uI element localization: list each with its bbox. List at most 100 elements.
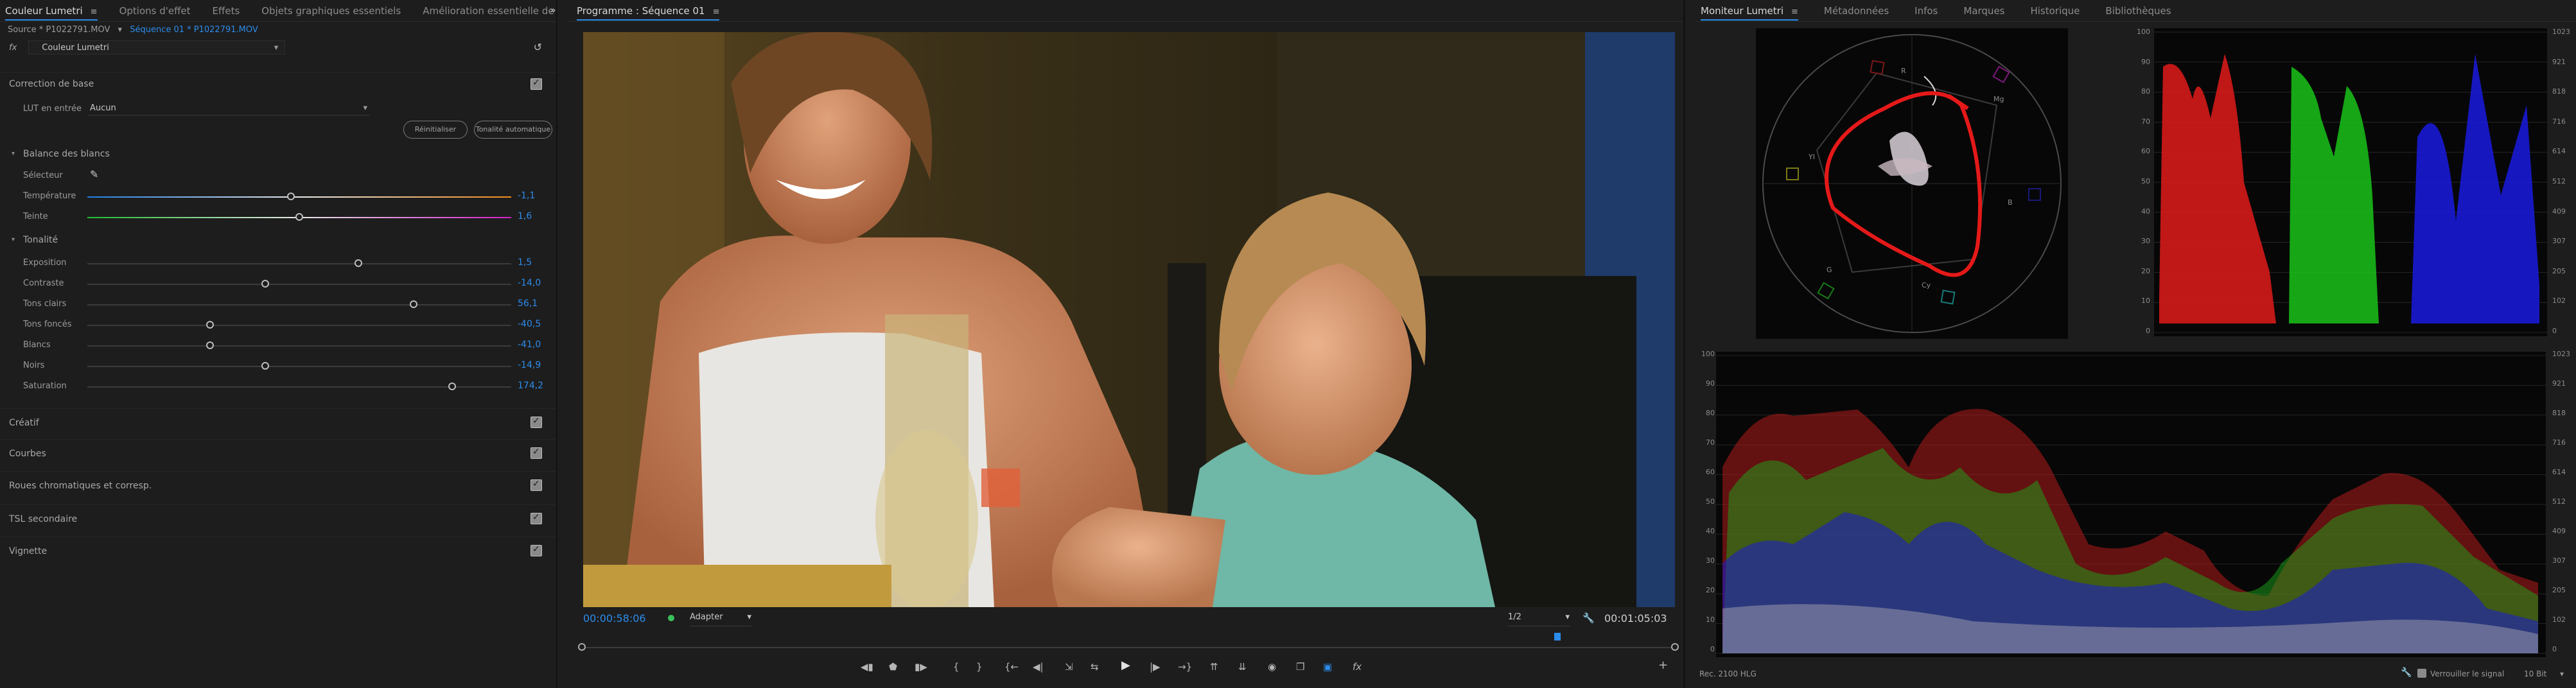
slider-knob[interactable] [206, 341, 215, 349]
reset-effect-icon[interactable]: ↺ [534, 41, 542, 53]
panel-overflow-icon[interactable]: » [550, 4, 556, 16]
slider-track[interactable] [87, 383, 511, 390]
chevron-down-icon[interactable]: ▾ [12, 150, 15, 157]
tab-info[interactable]: Infos [1914, 0, 1938, 21]
export-frame-icon[interactable]: ◉ [1268, 661, 1276, 673]
tab-menu-icon[interactable]: ≡ [91, 7, 98, 17]
compare-icon[interactable]: ❐ [1296, 661, 1304, 673]
slider-value[interactable]: -14,0 [518, 278, 541, 288]
tab-lumetri-color[interactable]: Couleur Lumetri ≡ [5, 0, 98, 21]
go-to-out-icon[interactable]: →} [1178, 661, 1192, 673]
tab-metadata[interactable]: Métadonnées [1824, 0, 1889, 21]
slider-track[interactable] [87, 259, 511, 267]
slider-knob[interactable] [410, 300, 418, 308]
slider-knob[interactable] [448, 383, 456, 390]
fit-select[interactable]: Adapter ▾ [690, 612, 751, 626]
clamp-signal-checkbox[interactable] [2417, 669, 2426, 678]
slider-track[interactable] [87, 280, 511, 288]
tab-markers[interactable]: Marques [1963, 0, 2004, 21]
slider-value[interactable]: 1,6 [518, 211, 532, 221]
tab-effects[interactable]: Effets [213, 0, 240, 21]
slider-value[interactable]: -1,1 [518, 191, 535, 201]
lift-icon[interactable]: ⇈ [1210, 661, 1218, 673]
slider-track[interactable] [87, 362, 511, 370]
tab-history[interactable]: Historique [2030, 0, 2080, 21]
bit-depth-select[interactable]: 10 Bit ▾ [2524, 669, 2564, 678]
section-checkbox[interactable] [530, 512, 542, 524]
go-to-in-icon[interactable]: {← [1004, 661, 1019, 673]
out-point-handle[interactable] [1671, 643, 1679, 651]
source-clip[interactable]: Source * P1022791.MOV [8, 25, 110, 35]
section-collapsed[interactable]: Créatif [0, 408, 556, 436]
resolution-select[interactable]: 1/2 ▾ [1508, 612, 1570, 626]
reset-button[interactable]: Réinitialiser [403, 121, 468, 139]
slider-knob[interactable] [355, 259, 363, 267]
overwrite-icon[interactable]: ⇆ [1091, 661, 1099, 673]
section-checkbox[interactable] [530, 544, 542, 556]
wrench-icon[interactable]: 🔧 [1582, 612, 1595, 624]
slider-knob[interactable] [286, 193, 295, 200]
vr-icon[interactable]: ▣ [1323, 661, 1332, 673]
slider-track[interactable] [87, 300, 511, 308]
basic-correction-checkbox[interactable] [530, 78, 542, 90]
eyedropper-icon[interactable]: ✎ [90, 168, 98, 180]
slider-value[interactable]: -14,9 [518, 360, 541, 370]
waveform-monitor[interactable] [1716, 352, 2546, 657]
add-button-icon[interactable]: + [1658, 658, 1668, 672]
marker-out-icon[interactable]: ▮▶ [915, 661, 927, 673]
slider-track[interactable] [87, 213, 511, 221]
playhead-marker[interactable] [1554, 633, 1561, 641]
lut-select[interactable]: Aucun ▾ [87, 101, 370, 116]
slider-value[interactable]: -41,0 [518, 340, 541, 350]
chevron-down-icon[interactable]: ▾ [118, 25, 123, 35]
section-collapsed[interactable]: Roues chromatiques et corresp. [0, 471, 556, 499]
tab-menu-icon[interactable]: ≡ [713, 7, 720, 17]
slider-knob[interactable] [206, 321, 215, 329]
marker-in-icon[interactable]: ◀▮ [861, 661, 873, 673]
slider-track[interactable] [87, 341, 511, 349]
sequence-clip[interactable]: Séquence 01 * P1022791.MOV [130, 25, 258, 35]
tab-menu-icon[interactable]: ≡ [1791, 7, 1798, 17]
timeline-scrubber[interactable] [583, 647, 1675, 648]
slider-knob[interactable] [261, 280, 270, 288]
current-timecode[interactable]: 00:00:58:06 [583, 612, 646, 624]
white-balance-heading[interactable]: Balance des blancs [23, 149, 110, 159]
section-checkbox[interactable] [530, 416, 542, 428]
video-frame[interactable] [583, 32, 1675, 607]
slider-value[interactable]: -40,5 [518, 319, 541, 329]
play-icon[interactable]: ▶ [1121, 658, 1130, 672]
brace-close-icon[interactable]: } [976, 661, 983, 673]
slider-value[interactable]: 1,5 [518, 257, 532, 268]
vectorscope[interactable]: R Mg B Cy G YI [1756, 28, 2068, 339]
section-collapsed[interactable]: Courbes [0, 439, 556, 467]
step-back-icon[interactable]: ◀| [1033, 661, 1044, 673]
tab-effect-controls[interactable]: Options d'effet [119, 0, 191, 21]
rgb-parade[interactable] [2154, 28, 2547, 336]
slider-track[interactable] [87, 193, 511, 200]
section-checkbox[interactable] [530, 447, 542, 459]
slider-knob[interactable] [261, 362, 270, 370]
tab-essential-graphics[interactable]: Objets graphiques essentiels [261, 0, 401, 21]
section-collapsed[interactable]: Vignette [0, 537, 556, 565]
chevron-down-icon[interactable]: ▾ [12, 236, 15, 243]
tab-essential-sound[interactable]: Amélioration essentielle de l'au [423, 0, 556, 21]
tab-libraries[interactable]: Bibliothèques [2105, 0, 2171, 21]
section-checkbox[interactable] [530, 479, 542, 491]
slider-knob[interactable] [295, 213, 303, 221]
slider-value[interactable]: 56,1 [518, 298, 538, 309]
brace-open-icon[interactable]: { [953, 661, 959, 673]
effect-select[interactable]: Couleur Lumetri ▾ [28, 40, 286, 55]
tab-lumetri-scopes[interactable]: Moniteur Lumetri ≡ [1701, 0, 1798, 21]
step-forward-icon[interactable]: |▶ [1150, 661, 1161, 673]
fx-icon[interactable]: fx [1353, 661, 1362, 673]
in-point-handle[interactable] [578, 643, 586, 651]
wrench-icon[interactable]: 🔧 [2401, 667, 2412, 678]
tab-program[interactable]: Programme : Séquence 01 ≡ [577, 0, 720, 21]
extract-icon[interactable]: ⇊ [1238, 661, 1247, 673]
slider-value[interactable]: 174,2 [518, 381, 543, 391]
slider-track[interactable] [87, 321, 511, 329]
marker-icon[interactable]: ⬟ [889, 661, 897, 673]
section-collapsed[interactable]: TSL secondaire [0, 504, 556, 533]
tone-heading[interactable]: Tonalité [23, 235, 58, 245]
insert-icon[interactable]: ⇲ [1065, 661, 1073, 673]
